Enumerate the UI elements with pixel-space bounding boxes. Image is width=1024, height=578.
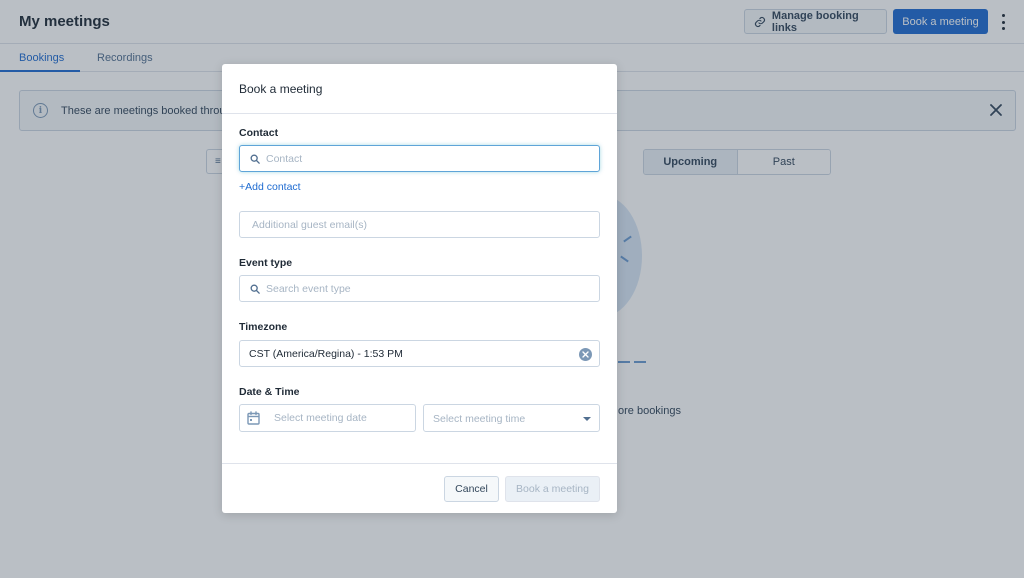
timezone-value: CST (America/Regina) - 1:53 PM xyxy=(249,348,403,360)
modal-header: Book a meeting xyxy=(222,64,617,114)
book-meeting-submit-button[interactable]: Book a meeting xyxy=(505,476,600,502)
meeting-date-input[interactable] xyxy=(240,405,415,431)
timezone-label: Timezone xyxy=(239,321,288,333)
cancel-button[interactable]: Cancel xyxy=(444,476,499,502)
contact-field xyxy=(239,145,600,172)
modal-footer: Cancel Book a meeting xyxy=(222,463,617,513)
meeting-date-field xyxy=(239,404,416,432)
contact-input[interactable] xyxy=(240,146,599,171)
contact-label: Contact xyxy=(239,127,279,139)
event-type-field xyxy=(239,275,600,302)
date-time-label: Date & Time xyxy=(239,386,300,398)
guest-emails-field xyxy=(239,211,600,238)
clear-icon[interactable] xyxy=(579,348,592,361)
event-type-input[interactable] xyxy=(240,276,599,301)
add-contact-link[interactable]: +Add contact xyxy=(239,181,301,193)
meeting-time-select[interactable]: Select meeting time xyxy=(423,404,600,432)
timezone-select[interactable]: CST (America/Regina) - 1:53 PM xyxy=(239,340,600,367)
modal-title: Book a meeting xyxy=(239,82,323,96)
guest-emails-input[interactable] xyxy=(240,212,599,237)
chevron-down-icon xyxy=(583,417,591,421)
event-type-label: Event type xyxy=(239,257,293,269)
book-meeting-modal: Book a meeting Contact +Add contact Even… xyxy=(222,64,617,513)
meeting-time-placeholder: Select meeting time xyxy=(433,413,526,425)
